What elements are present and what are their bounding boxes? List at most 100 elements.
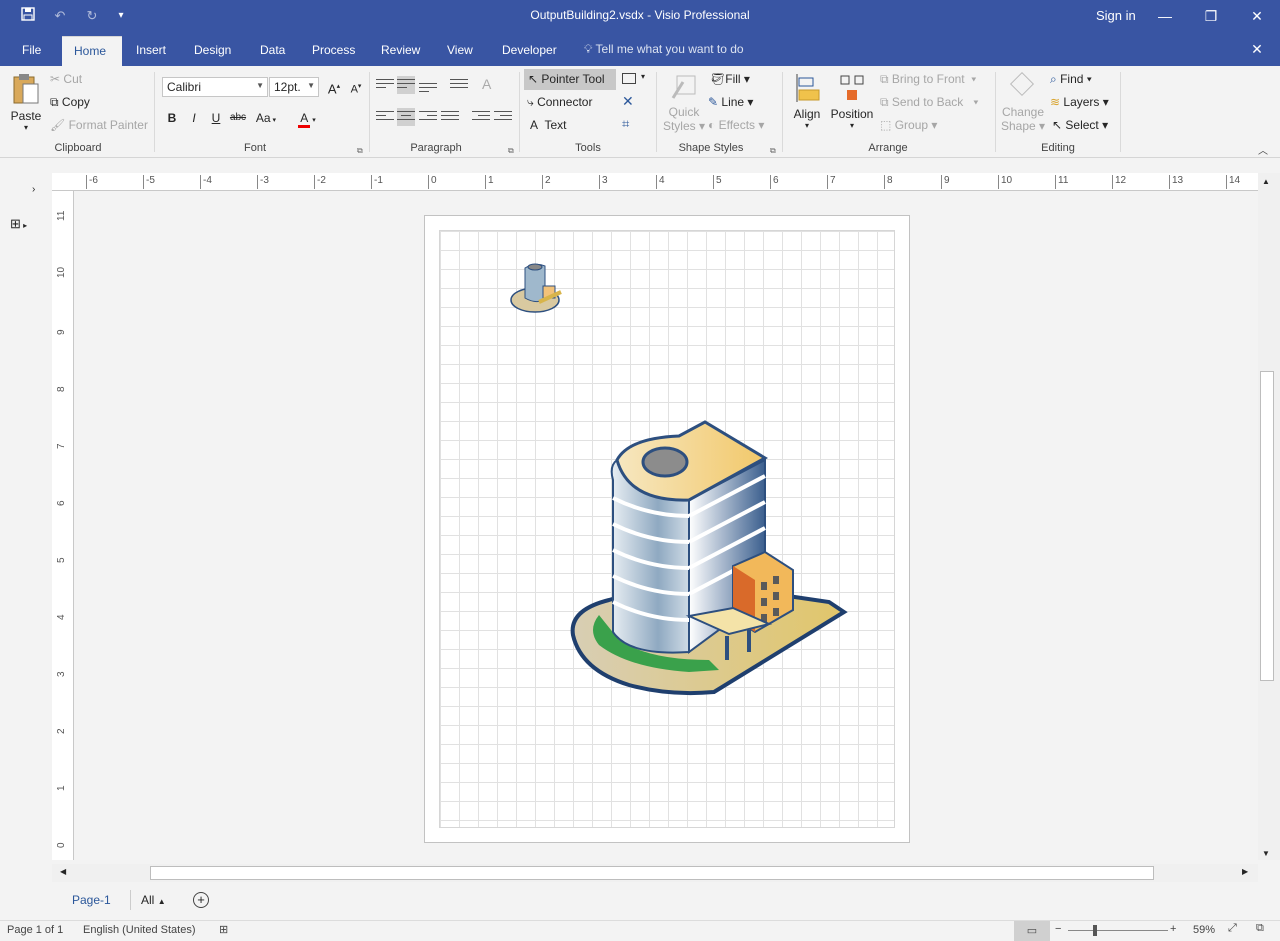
- scroll-right-icon[interactable]: ▶: [1242, 867, 1248, 876]
- collapse-ribbon-icon[interactable]: ︿: [1258, 142, 1268, 157]
- pointer-tool-button[interactable]: ↖ Pointer Tool: [524, 69, 616, 90]
- tab-design[interactable]: Design: [182, 36, 243, 66]
- copy-label: Copy: [61, 95, 90, 109]
- scroll-down-icon[interactable]: ▼: [1262, 849, 1270, 858]
- drawing-page[interactable]: [424, 215, 910, 843]
- tab-insert[interactable]: Insert: [124, 36, 178, 66]
- vertical-ruler: 11 10 9 8 7 6 5 4 3 2 1 0: [52, 191, 74, 860]
- text-direction-icon[interactable]: A: [482, 76, 491, 92]
- shrink-font-button[interactable]: A▾: [346, 77, 366, 97]
- font-size-select[interactable]: 12pt. ▼: [269, 77, 319, 97]
- page-count[interactable]: Page 1 of 1: [7, 924, 63, 936]
- add-page-icon[interactable]: +: [193, 892, 209, 908]
- language-status[interactable]: English (United States): [83, 924, 196, 936]
- scroll-left-icon[interactable]: ◀: [60, 867, 66, 876]
- macro-record-icon[interactable]: ⊞: [219, 923, 228, 936]
- font-color-button[interactable]: A ▾: [292, 108, 322, 128]
- copy-button[interactable]: ⧉ Copy: [50, 95, 90, 110]
- presentation-mode-icon[interactable]: ▭: [1014, 921, 1050, 941]
- line-button[interactable]: ✎ Line ▾: [708, 95, 753, 109]
- dialog-launcher-icon[interactable]: ⧉: [508, 146, 514, 156]
- align-top-icon[interactable]: [376, 76, 394, 94]
- fit-page-icon[interactable]: ⤢: [1228, 922, 1237, 935]
- cut-button[interactable]: ✂ Cut: [50, 72, 82, 86]
- zoom-out-icon[interactable]: −: [1055, 923, 1061, 935]
- page-tab-page1[interactable]: Page-1: [72, 893, 111, 907]
- increase-indent-icon[interactable]: [494, 108, 512, 126]
- minimize-icon[interactable]: —: [1142, 0, 1188, 32]
- close-x-icon[interactable]: ✕: [622, 93, 634, 110]
- align-left-icon[interactable]: [376, 108, 394, 126]
- font-family-select[interactable]: Calibri ▼: [162, 77, 268, 97]
- close-ribbon-icon[interactable]: ✕: [1234, 32, 1280, 66]
- align-bottom-icon[interactable]: [419, 80, 437, 98]
- zoom-in-icon[interactable]: +: [1170, 923, 1176, 935]
- dialog-launcher-icon[interactable]: ⧉: [770, 146, 776, 156]
- quick-styles-button[interactable]: Quick Styles ▾: [662, 72, 706, 133]
- vertical-scroll-thumb[interactable]: [1260, 371, 1274, 681]
- tab-developer[interactable]: Developer: [490, 36, 569, 66]
- crop-icon[interactable]: ⌗: [622, 116, 629, 132]
- dialog-launcher-icon[interactable]: ⧉: [357, 146, 363, 156]
- small-building-shape[interactable]: [509, 258, 567, 314]
- ruler-tick-label: 5: [56, 557, 67, 563]
- zoom-level[interactable]: 59%: [1193, 924, 1215, 936]
- scroll-up-icon[interactable]: ▲: [1262, 177, 1270, 186]
- shapes-stencil-icon[interactable]: ⊞ ▸: [10, 216, 27, 232]
- effects-button[interactable]: ◐ Effects ▾: [708, 118, 764, 132]
- layers-button[interactable]: ≋ Layers ▾: [1050, 95, 1109, 109]
- tab-file[interactable]: File: [10, 36, 53, 66]
- underline-button[interactable]: U: [206, 108, 226, 128]
- horizontal-scroll-thumb[interactable]: [150, 866, 1154, 880]
- large-building-shape[interactable]: [569, 420, 849, 696]
- pointer-tool-label: Pointer Tool: [541, 72, 605, 86]
- position-button[interactable]: Position ▾: [830, 72, 874, 130]
- change-shape-button[interactable]: Change Shape ▾: [1000, 71, 1046, 133]
- vertical-scrollbar[interactable]: ▲ ▼: [1258, 173, 1280, 860]
- justify-icon[interactable]: [441, 108, 459, 126]
- connector-button[interactable]: ⤷ Connector: [527, 95, 592, 110]
- line-label: Line: [721, 95, 745, 109]
- tab-home[interactable]: Home: [62, 36, 122, 66]
- strikethrough-button[interactable]: abc: [228, 108, 248, 128]
- grow-font-button[interactable]: A▴: [324, 77, 344, 97]
- bring-to-front-button[interactable]: ⧉ Bring to Front ▾: [880, 72, 976, 87]
- change-case-button[interactable]: Aa ▾: [252, 108, 280, 128]
- expand-panel-icon[interactable]: ›: [32, 184, 35, 195]
- tab-data[interactable]: Data: [248, 36, 297, 66]
- italic-button[interactable]: I: [184, 108, 204, 128]
- chevron-down-icon[interactable]: ▾: [641, 72, 645, 81]
- align-middle-icon[interactable]: [397, 76, 415, 94]
- tell-me-box[interactable]: 💡︎ Tell me what you want to do: [584, 42, 744, 57]
- close-icon[interactable]: ✕: [1234, 0, 1280, 32]
- align-right-icon[interactable]: [419, 108, 437, 126]
- paste-button[interactable]: Paste ▾: [10, 72, 42, 136]
- tab-review[interactable]: Review: [369, 36, 432, 66]
- send-to-back-button[interactable]: ⧉ Send to Back ▾: [880, 95, 978, 110]
- all-pages-button[interactable]: All ▲: [141, 893, 166, 907]
- bullets-icon[interactable]: [450, 76, 468, 94]
- select-button[interactable]: ↖ Select ▾: [1052, 118, 1108, 132]
- text-icon: A: [530, 118, 539, 132]
- zoom-slider-track[interactable]: [1068, 930, 1168, 931]
- zoom-slider-thumb[interactable]: [1093, 925, 1097, 936]
- group-button[interactable]: ⬚ Group ▾: [880, 118, 937, 132]
- bold-button[interactable]: B: [162, 108, 182, 128]
- brush-icon: 🖌︎: [50, 118, 66, 132]
- ruler-tick-label: 2: [542, 175, 551, 189]
- align-button[interactable]: Align ▾: [790, 72, 824, 130]
- rectangle-icon[interactable]: [622, 73, 636, 84]
- find-button[interactable]: ⌕ Find ▾: [1050, 72, 1092, 87]
- drawing-canvas[interactable]: [74, 191, 1258, 860]
- text-tool-button[interactable]: A Text: [530, 118, 566, 132]
- sign-in-link[interactable]: Sign in: [1096, 8, 1136, 23]
- tab-process[interactable]: Process: [300, 36, 367, 66]
- switch-windows-icon[interactable]: ⧉: [1256, 922, 1264, 935]
- format-painter-button[interactable]: 🖌︎ Format Painter: [50, 118, 148, 132]
- align-center-icon[interactable]: [397, 108, 415, 126]
- horizontal-scrollbar[interactable]: ◀ ▶: [52, 864, 1258, 882]
- fill-button[interactable]: 🪣︎Fill ▾: [710, 72, 750, 86]
- tab-view[interactable]: View: [435, 36, 485, 66]
- decrease-indent-icon[interactable]: [472, 108, 490, 126]
- restore-icon[interactable]: ❐: [1188, 0, 1234, 32]
